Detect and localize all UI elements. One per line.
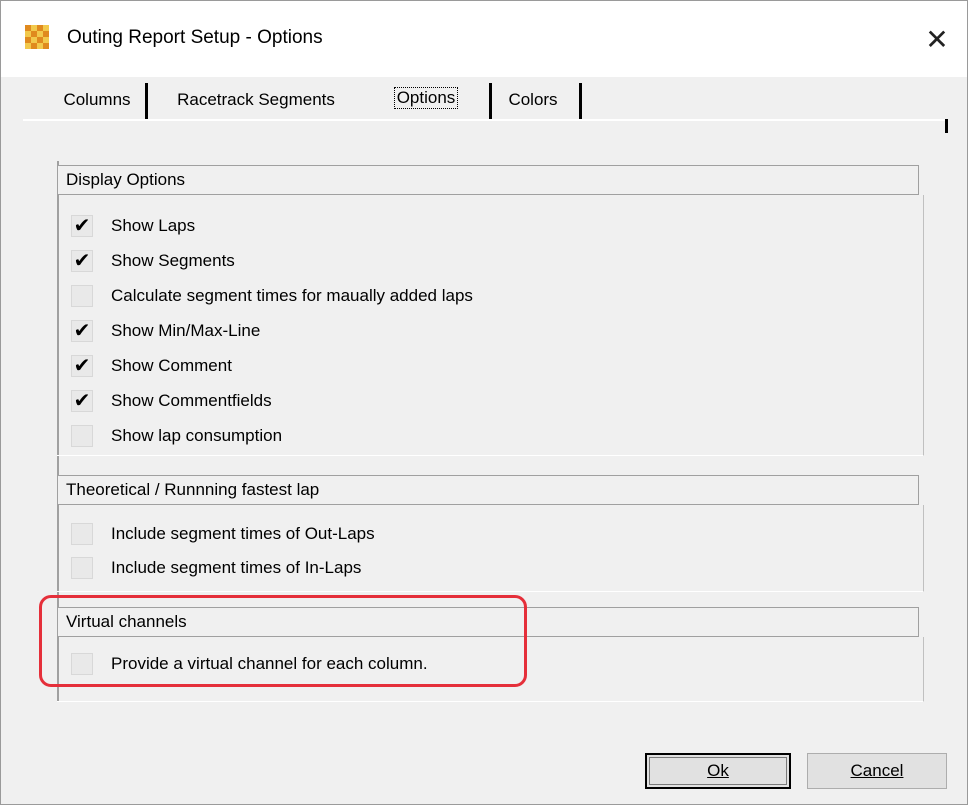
tab-strip-edge bbox=[945, 119, 948, 133]
checkbox-checked[interactable]: ✔ bbox=[71, 390, 93, 412]
checkbox-show-min-max-line[interactable]: ✔ Show Min/Max-Line bbox=[71, 316, 260, 346]
checkbox-unchecked[interactable] bbox=[71, 285, 93, 307]
checkbox-checked[interactable]: ✔ bbox=[71, 215, 93, 237]
checkbox-show-comment[interactable]: ✔ Show Comment bbox=[71, 351, 232, 381]
checkbox-unchecked[interactable] bbox=[71, 653, 93, 675]
tab-divider bbox=[579, 83, 582, 121]
checkmark-icon: ✔ bbox=[73, 320, 91, 342]
window-title: Outing Report Setup - Options bbox=[67, 27, 323, 48]
checkbox-include-in-laps[interactable]: Include segment times of In-Laps bbox=[71, 553, 361, 583]
checkbox-unchecked[interactable] bbox=[71, 557, 93, 579]
tab-racetrack-segments[interactable]: Racetrack Segments bbox=[151, 79, 361, 121]
tab-options[interactable]: Options bbox=[371, 77, 481, 119]
group-header-display-options: Display Options bbox=[57, 165, 919, 195]
close-icon: ✕ bbox=[925, 23, 949, 55]
checkbox-show-lap-consumption[interactable]: Show lap consumption bbox=[71, 421, 282, 451]
checkmark-icon: ✔ bbox=[73, 215, 91, 237]
checkmark-icon: ✔ bbox=[73, 355, 91, 377]
tab-columns[interactable]: Columns bbox=[53, 79, 141, 121]
checkbox-show-commentfields[interactable]: ✔ Show Commentfields bbox=[71, 386, 272, 416]
checkbox-virtual-channel-per-column[interactable]: Provide a virtual channel for each colum… bbox=[71, 649, 428, 679]
tab-divider bbox=[489, 83, 492, 121]
ok-button[interactable]: Ok bbox=[645, 753, 791, 789]
checkbox-unchecked[interactable] bbox=[71, 523, 93, 545]
tab-colors[interactable]: Colors bbox=[495, 79, 571, 121]
group-header-virtual-channels: Virtual channels bbox=[57, 607, 919, 637]
cancel-button[interactable]: Cancel bbox=[807, 753, 947, 789]
checkbox-checked[interactable]: ✔ bbox=[71, 250, 93, 272]
close-button[interactable]: ✕ bbox=[907, 1, 967, 77]
checkbox-show-laps[interactable]: ✔ Show Laps bbox=[71, 211, 195, 241]
checkbox-checked[interactable]: ✔ bbox=[71, 320, 93, 342]
checkbox-calculate-segment-times[interactable]: Calculate segment times for maually adde… bbox=[71, 281, 473, 311]
checkbox-include-out-laps[interactable]: Include segment times of Out-Laps bbox=[71, 519, 375, 549]
title-bar: Outing Report Setup - Options ✕ bbox=[1, 1, 967, 77]
racing-flag-icon bbox=[25, 25, 49, 49]
checkmark-icon: ✔ bbox=[73, 390, 91, 412]
checkmark-icon: ✔ bbox=[73, 250, 91, 272]
checkbox-show-segments[interactable]: ✔ Show Segments bbox=[71, 246, 235, 276]
tab-divider bbox=[145, 83, 148, 121]
dialog-window: Outing Report Setup - Options ✕ Columns … bbox=[0, 0, 968, 805]
group-header-theoretical: Theoretical / Runnning fastest lap bbox=[57, 475, 919, 505]
checkbox-unchecked[interactable] bbox=[71, 425, 93, 447]
checkbox-checked[interactable]: ✔ bbox=[71, 355, 93, 377]
tab-strip-line bbox=[23, 119, 947, 121]
